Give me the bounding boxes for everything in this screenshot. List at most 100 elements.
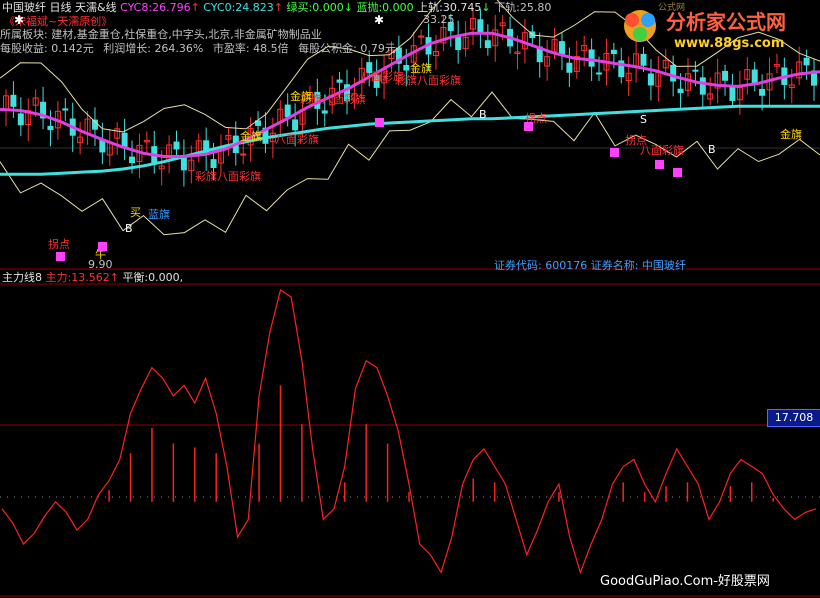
site-logo: 分析家公式网 www.88gs.com 公式网 (618, 0, 820, 60)
pe-label: 市盈率: (212, 42, 250, 55)
candle-body (610, 49, 617, 55)
signal-marker (673, 168, 682, 177)
lower-band-line (0, 91, 820, 236)
candle-body (240, 153, 247, 156)
site-footer: GoodGuPiao.Com-好股票网 (600, 574, 770, 589)
chart-canvas: 彩旗八面彩旗八面彩旗彩旗八面彩旗八面彩旗彩旗八面彩旗八面彩旗金旗金旗金旗金旗买B… (0, 0, 820, 597)
current-value-box: 17.708 (767, 409, 820, 427)
candle-body (418, 35, 425, 38)
signal-marker (524, 122, 533, 131)
balance-value: 0.000, (148, 271, 184, 284)
star-icon: ✱ (14, 13, 25, 27)
signal-marker (98, 242, 107, 251)
indicator-name: 天濡&线 (75, 1, 117, 14)
cyc0-value: 24.823 (235, 1, 274, 14)
logo-circle-blue (641, 13, 655, 27)
annotation-label: 八面彩旗 (275, 132, 319, 146)
profit-growth-value: 264.36% (154, 42, 204, 55)
signal-marker (56, 252, 65, 261)
candle-body (455, 35, 462, 50)
balance-label: 平衡: (122, 271, 149, 284)
annotation-label: 金旗 (410, 61, 432, 75)
lower-label: 下轨: (494, 1, 520, 14)
star-icon: ✱ (374, 13, 385, 27)
upper-arrow: ↓ (481, 1, 491, 14)
header-row: 中国玻纤 日线 天濡&线 CYC8:26.796↑ CYC0:24.823↑ 绿… (2, 1, 551, 14)
annotation-label: 拐点 (48, 237, 70, 251)
signal-marker (655, 160, 664, 169)
candle-body (729, 87, 736, 101)
logo-circle-red (625, 13, 639, 27)
candle-body (10, 94, 17, 107)
candle-body (759, 88, 766, 96)
zhuli-value: 13.562 (71, 271, 110, 284)
lower-value: 25.80 (519, 1, 552, 14)
nav-value: 0.79元 (360, 42, 396, 55)
lower-panel-header: 主力线8 主力:13.562↑ 平衡:0.000, (2, 271, 183, 284)
logo-url: www.88gs.com (674, 36, 785, 51)
zhuli-arrow: ↑ (109, 271, 119, 284)
profit-growth-label: 利润增长: (103, 42, 151, 55)
green-buy-label: 绿买: (286, 1, 313, 14)
candle-body (596, 72, 603, 75)
candle-body (677, 88, 684, 94)
eps-value: 0.142元 (51, 42, 94, 55)
candle-body (173, 141, 180, 150)
annotation-label: 金旗 (240, 129, 262, 143)
cyc0-label: CYC0: (203, 1, 236, 14)
zhuli-line (1, 289, 817, 575)
annotation-label: B (125, 222, 133, 235)
annotation-label: 蓝旗 (148, 207, 170, 221)
pe-value: 48.5倍 (253, 42, 289, 55)
annotation-label: 金旗 (780, 127, 802, 141)
signal-marker (610, 148, 619, 157)
candle-body (566, 62, 573, 73)
candle-body (484, 40, 491, 49)
cyc8-arrow: ↑ (190, 1, 200, 14)
candle-body (699, 77, 706, 95)
candle-body (336, 79, 343, 83)
cyc0-arrow: ↑ (273, 1, 284, 14)
candle-body (647, 73, 654, 86)
candle-body (17, 113, 24, 126)
blue-sell-value: 0.000 (382, 1, 414, 14)
lower-panel-name: 主力线8 (2, 271, 42, 284)
green-buy-value: 0.000 (312, 1, 344, 14)
price-low-label: 9.90 (88, 258, 113, 271)
annotation-label: 金旗 (290, 89, 312, 103)
annotation-label: B (479, 108, 487, 121)
candle-body (670, 64, 677, 82)
chart-stage: 彩旗八面彩旗 八面彩旗 彩旗八面彩旗 八面彩旗 彩旗八面彩旗 八面彩旗 金旗 金旗 金旗 金旗买 B… (0, 0, 820, 598)
annotation-label: 买 (130, 206, 141, 219)
candle-body (558, 41, 565, 55)
zhuli-label: 主力: (45, 271, 72, 284)
eps-label: 每股收益: (0, 42, 48, 55)
candle-body (129, 156, 136, 164)
sector-info: 所属板块: 建材,基金重仓,社保重仓,中字头,北京,非金属矿物制品业 (0, 28, 322, 41)
signal-marker (375, 118, 384, 127)
sector-label: 所属板块: (0, 28, 48, 41)
candle-body (692, 69, 699, 72)
indicator-series (1, 289, 817, 575)
candle-body (403, 65, 410, 71)
grid-lines (0, 147, 820, 597)
logo-circle-green (633, 27, 647, 41)
candle-body (477, 19, 484, 35)
candle-body (284, 104, 291, 118)
candle-body (722, 70, 729, 81)
stock-id-line: 证券代码: 600176 证券名称: 中国玻纤 (494, 259, 686, 272)
candle-body (588, 49, 595, 67)
candle-body (62, 108, 69, 111)
financial-info: 每股收益: 0.142元 利润增长: 264.36% 市盈率: 48.5倍 每股… (0, 42, 396, 55)
annotation-label: 彩旗八面彩旗 (395, 73, 461, 87)
period-label: 日线 (49, 1, 72, 14)
candle-body (321, 110, 328, 114)
nav-label: 每股公积金: (298, 42, 357, 55)
annotation-label: 拐点 (625, 133, 647, 147)
candle-body (47, 125, 54, 131)
cyc8-value: 26.796 (152, 1, 191, 14)
candle-body (210, 159, 217, 168)
annotation-label: 彩旗八面彩旗 (195, 169, 261, 183)
cyc8-label: CYC8: (120, 1, 153, 14)
logo-small: 公式网 (658, 3, 686, 13)
